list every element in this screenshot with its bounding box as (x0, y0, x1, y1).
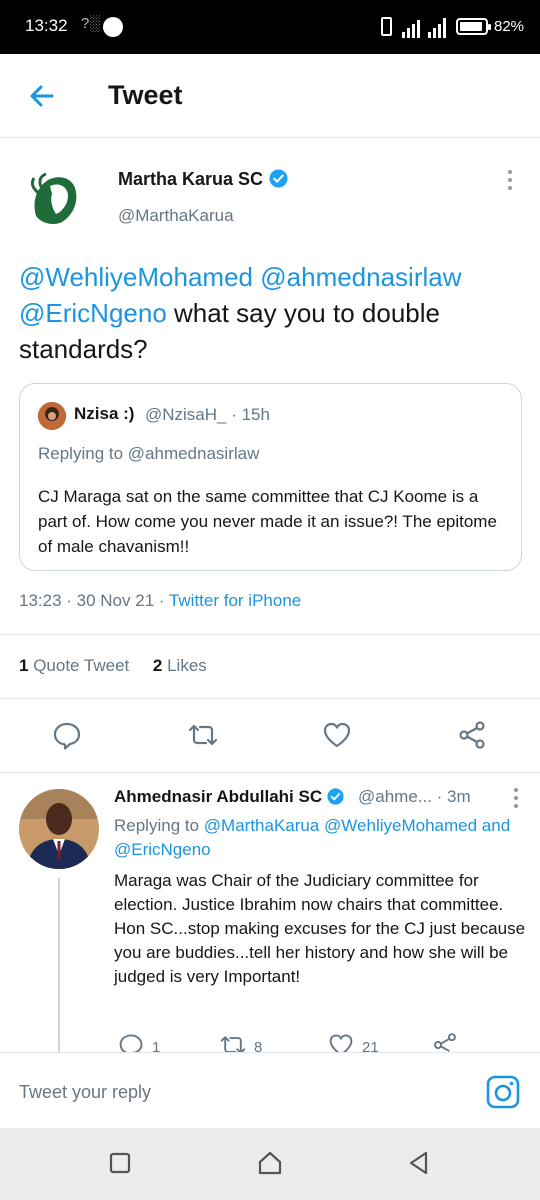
reply-retweet-button[interactable]: 8 (220, 1032, 262, 1054)
share-icon[interactable] (457, 720, 487, 750)
quote-tweets-stat[interactable]: 1 Quote Tweet (19, 656, 129, 675)
heart-icon (329, 1034, 353, 1054)
notification-dot-icon (103, 17, 123, 37)
sim-icon (381, 17, 392, 36)
camera-icon[interactable] (486, 1075, 520, 1109)
author-name-text: Martha Karua SC (118, 169, 264, 189)
avatar[interactable] (19, 789, 99, 869)
verified-badge-icon (327, 788, 344, 805)
quoted-replying-to: Replying to @ahmednasirlaw (38, 444, 260, 463)
mention-link[interactable]: @WehliyeMohamed (19, 262, 253, 292)
thread-line (58, 878, 60, 1054)
reply-author-handle: @ahme... · 3m (358, 787, 471, 806)
top-app-bar: Tweet (0, 54, 540, 138)
likes-stat[interactable]: 2 Likes (153, 656, 207, 675)
heart-icon[interactable] (322, 720, 352, 750)
battery-icon (456, 18, 491, 35)
tweet-stats: 1 Quote Tweet 2 Likes (19, 656, 207, 676)
quoted-author-handle: @NzisaH_ · 15h (145, 405, 270, 424)
back-nav-icon[interactable] (406, 1150, 432, 1176)
like-label: Likes (162, 656, 207, 675)
source-link[interactable]: Twitter for iPhone (169, 591, 301, 610)
quoted-author-name: Nzisa :) (74, 404, 135, 423)
battery-percent: 82% (494, 18, 525, 35)
reply-icon (119, 1034, 143, 1054)
avatar (38, 402, 66, 430)
reply-replying-to: Replying to @MarthaKarua @WehliyeMohamed… (114, 814, 529, 862)
more-options-icon[interactable] (506, 788, 526, 812)
replying-and: and (481, 816, 511, 835)
reply-share-button[interactable] (432, 1032, 466, 1054)
retweet-icon[interactable] (188, 720, 218, 750)
quoted-tweet-card[interactable]: Nzisa :) @NzisaH_ · 15h Replying to @ahm… (19, 383, 522, 571)
author-handle[interactable]: @MarthaKarua (118, 206, 234, 226)
replying-prefix: Replying to (114, 816, 204, 835)
reply-composer[interactable]: Tweet your reply (0, 1052, 540, 1128)
quote-label: Quote Tweet (28, 656, 130, 675)
author-name[interactable]: Martha Karua SC (118, 169, 288, 190)
more-options-icon[interactable] (500, 170, 520, 194)
recent-apps-icon[interactable] (107, 1150, 133, 1176)
signal-bars-icon (402, 16, 450, 38)
page-title: Tweet (108, 80, 183, 110)
tweet-text: @WehliyeMohamed @ahmednasirlaw @EricNgen… (19, 259, 524, 367)
reply-action-bar: 1 8 21 (114, 1030, 524, 1054)
mention-link[interactable]: @ahmednasirlaw (260, 262, 461, 292)
reply-reply-button[interactable]: 1 (118, 1032, 160, 1054)
status-time: 13:32 (25, 16, 68, 35)
timestamp-text: 13:23 · 30 Nov 21 · (19, 591, 169, 610)
tweet-action-bar (0, 716, 540, 756)
reply-author-name[interactable]: Ahmednasir Abdullahi SC (114, 787, 344, 807)
home-icon[interactable] (257, 1150, 283, 1176)
divider (0, 698, 540, 699)
system-nav-bar (0, 1128, 540, 1200)
mention-link[interactable]: @EricNgeno (19, 298, 167, 328)
reply-icon[interactable] (52, 720, 82, 750)
reply-like-button[interactable]: 21 (328, 1032, 379, 1054)
reply-author-name-text: Ahmednasir Abdullahi SC (114, 787, 323, 806)
divider (0, 634, 540, 635)
share-icon (434, 1033, 456, 1052)
avatar[interactable] (22, 164, 86, 228)
verified-badge-icon (269, 169, 288, 188)
status-bar: 13:32 ?░ 82% (0, 0, 540, 54)
retweet-icon (220, 1036, 246, 1054)
reply-text: Maraga was Chair of the Judiciary commit… (114, 871, 526, 986)
tweet-timestamp: 13:23 · 30 Nov 21 · Twitter for iPhone (19, 591, 301, 611)
mention-link[interactable]: @MarthaKarua @WehliyeMohamed (204, 816, 477, 835)
mention-link[interactable]: @EricNgeno (114, 840, 211, 859)
reply-input[interactable]: Tweet your reply (19, 1082, 151, 1103)
like-count: 2 (152, 656, 163, 675)
arrow-left-icon[interactable] (26, 80, 58, 112)
mobile-data-icon: ?░ (81, 15, 100, 32)
quoted-tweet-text: CJ Maraga sat on the same committee that… (38, 487, 497, 556)
divider (0, 772, 540, 773)
